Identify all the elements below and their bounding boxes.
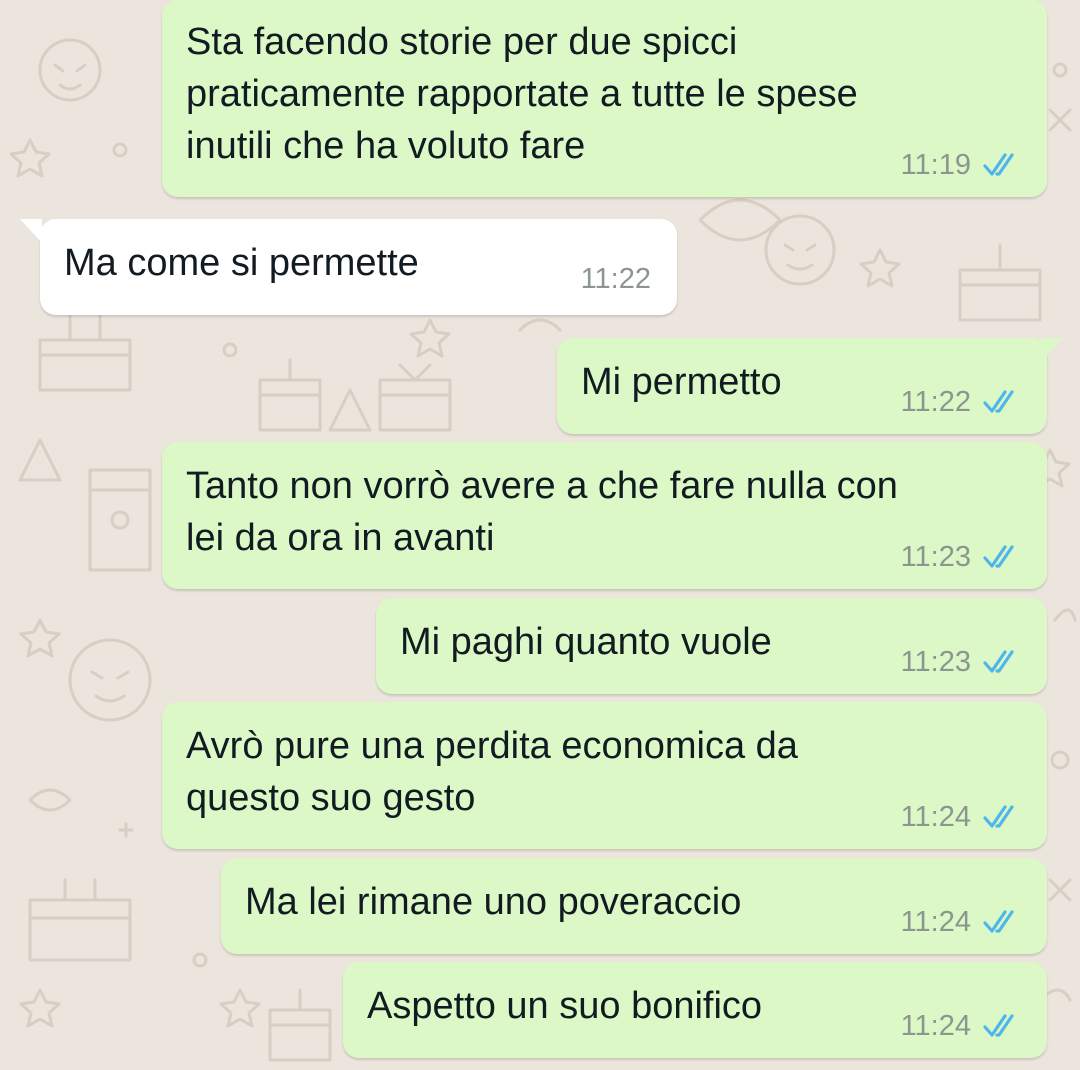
message-time: 11:22: [900, 386, 971, 418]
message-text: Ma come si permette: [64, 242, 419, 284]
message-meta: 11:23: [901, 541, 1023, 573]
double-check-icon: [983, 910, 1014, 933]
message-bubble-outgoing[interactable]: Mi paghi quanto vuole 11:23: [376, 598, 1047, 694]
message-bubble-outgoing[interactable]: Sta facendo storie per due spicci pratic…: [162, 0, 1047, 197]
message-time: 11:19: [900, 149, 971, 181]
double-check-icon: [983, 153, 1014, 176]
bubble-tail: [20, 219, 42, 243]
message-meta: 11:24: [901, 801, 1023, 833]
message-bubble-incoming[interactable]: Ma come si permette 11:22: [20, 219, 677, 315]
message-time: 11:24: [900, 1010, 971, 1042]
message-meta: 11:23: [901, 646, 1023, 678]
double-check-icon: [983, 390, 1014, 413]
message-meta: 11:24: [901, 906, 1023, 938]
double-check-icon: [983, 545, 1014, 568]
bubble-tail: [1041, 338, 1063, 362]
message-bubble-outgoing[interactable]: Aspetto un suo bonifico 11:24: [343, 962, 1047, 1058]
message-text: Avrò pure una perdita economica da quest…: [186, 725, 798, 819]
message-text: Aspetto un suo bonifico: [367, 985, 763, 1027]
message-text: Tanto non vorrò avere a che fare nulla c…: [186, 465, 898, 559]
message-text: Ma lei rimane uno poveraccio: [245, 881, 742, 923]
message-meta: 11:24: [901, 1010, 1023, 1042]
message-meta: 11:22: [581, 263, 651, 295]
message-text: Sta facendo storie per due spicci pratic…: [186, 21, 858, 167]
double-check-icon: [983, 650, 1014, 673]
message-time: 11:23: [900, 646, 971, 678]
message-time: 11:24: [900, 906, 971, 938]
message-time: 11:23: [900, 541, 971, 573]
message-bubble-outgoing[interactable]: Tanto non vorrò avere a che fare nulla c…: [162, 442, 1047, 589]
message-meta: 11:19: [901, 149, 1023, 181]
message-bubble-outgoing[interactable]: Avrò pure una perdita economica da quest…: [162, 702, 1047, 849]
message-text: Mi permetto: [581, 361, 782, 403]
message-text: Mi paghi quanto vuole: [400, 621, 772, 663]
message-meta: 11:22: [901, 386, 1023, 418]
message-time: 11:22: [580, 263, 651, 295]
double-check-icon: [983, 1014, 1014, 1037]
message-bubble-outgoing[interactable]: Mi permetto 11:22: [557, 338, 1063, 434]
message-time: 11:24: [900, 801, 971, 833]
message-bubble-outgoing[interactable]: Ma lei rimane uno poveraccio 11:24: [221, 858, 1047, 954]
double-check-icon: [983, 805, 1014, 828]
